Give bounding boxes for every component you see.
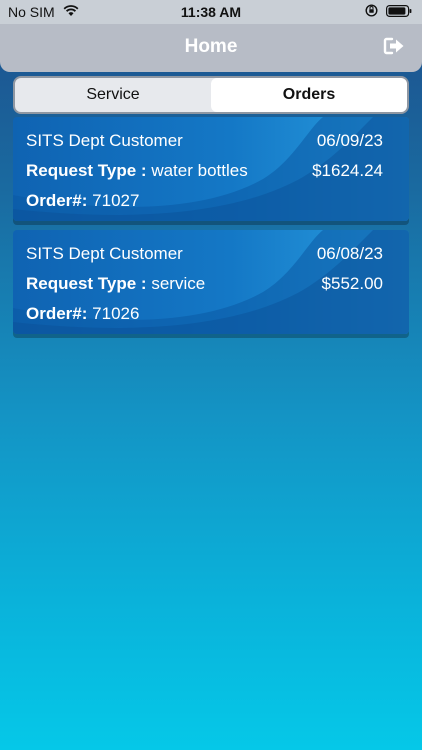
order-number-value: 71026 bbox=[92, 304, 140, 323]
order-number-row: Order#: 71027 bbox=[26, 191, 139, 211]
order-date: 06/09/23 bbox=[316, 131, 383, 150]
request-type-label: Request Type : bbox=[26, 274, 147, 293]
request-type-row: Request Type : service bbox=[26, 274, 205, 294]
orientation-lock-icon bbox=[365, 4, 378, 20]
request-type-row: Request Type : water bottles bbox=[26, 161, 248, 181]
request-type-value: service bbox=[151, 274, 206, 293]
order-number-label: Order#: bbox=[26, 304, 88, 323]
customer-name: SITS Dept Customer bbox=[26, 131, 183, 150]
status-right bbox=[365, 4, 412, 20]
order-card[interactable]: SITS Dept Customer 06/08/23 Request Type… bbox=[13, 230, 409, 334]
logout-button[interactable] bbox=[382, 36, 406, 60]
battery-icon bbox=[386, 4, 412, 20]
order-card[interactable]: SITS Dept Customer 06/09/23 Request Type… bbox=[13, 117, 409, 221]
order-date: 06/08/23 bbox=[316, 244, 383, 263]
order-amount: $1624.24 bbox=[312, 161, 383, 180]
order-amount: $552.00 bbox=[321, 274, 383, 293]
order-number-label: Order#: bbox=[26, 191, 88, 210]
status-time: 11:38 AM bbox=[180, 4, 242, 20]
logout-icon bbox=[383, 37, 405, 60]
request-type-value: water bottles bbox=[151, 161, 248, 180]
request-type-label: Request Type : bbox=[26, 161, 147, 180]
order-number-value: 71027 bbox=[92, 191, 140, 210]
page-title: Home bbox=[184, 36, 238, 57]
navigation-header: Home bbox=[0, 24, 422, 72]
orders-service-segmented-control: Service Orders bbox=[13, 76, 409, 114]
tab-service[interactable]: Service bbox=[15, 78, 211, 112]
order-number-row: Order#: 71026 bbox=[26, 304, 139, 324]
customer-name: SITS Dept Customer bbox=[26, 244, 183, 263]
tab-orders[interactable]: Orders bbox=[211, 78, 407, 112]
status-bar: No SIM 11:38 AM bbox=[0, 0, 422, 24]
